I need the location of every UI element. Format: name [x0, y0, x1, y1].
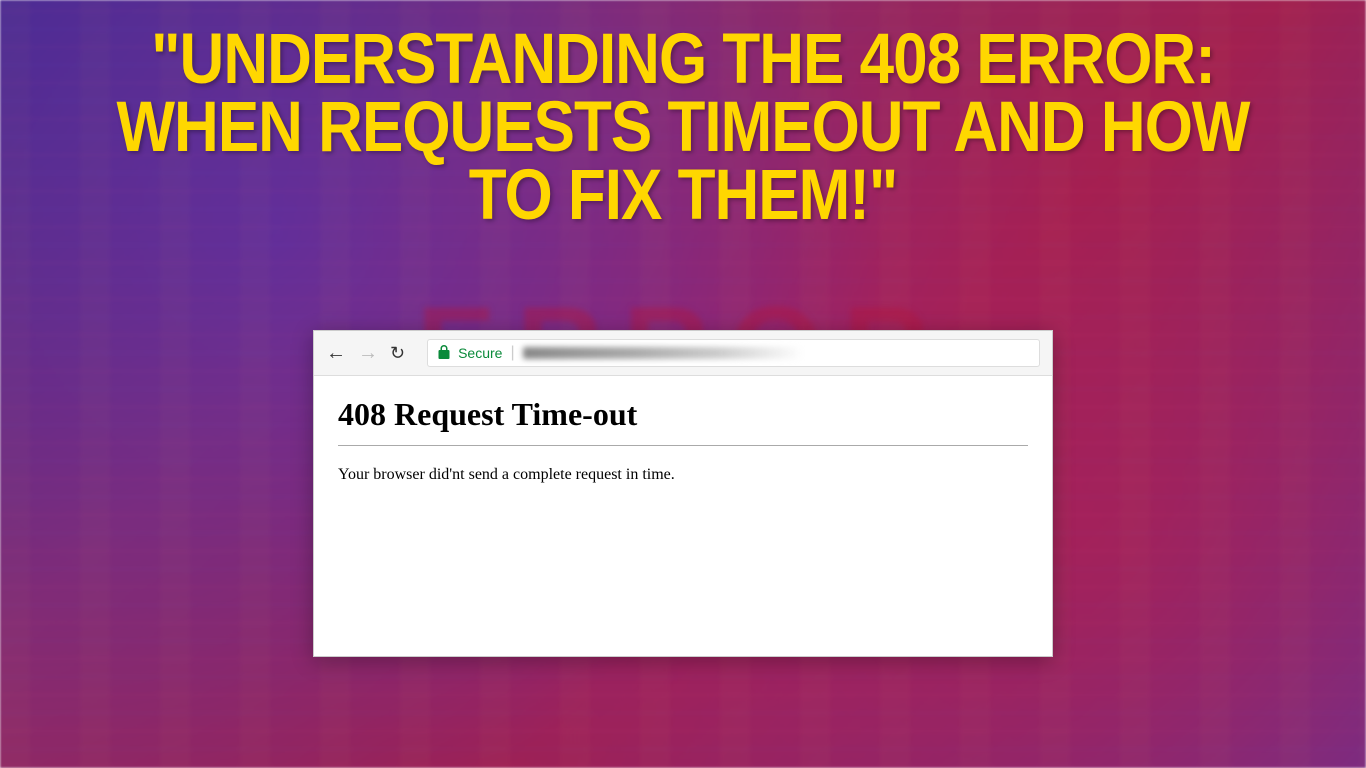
lock-icon: [438, 345, 450, 362]
article-headline: "UNDERSTANDING THE 408 ERROR: WHEN REQUE…: [68, 40, 1297, 217]
blurred-url: [523, 347, 803, 359]
back-icon[interactable]: ←: [326, 342, 346, 365]
browser-screenshot: ← → ↻ Secure | 408 Request Time-out Your…: [313, 330, 1053, 657]
url-separator: |: [510, 344, 514, 362]
browser-toolbar: ← → ↻ Secure |: [314, 331, 1052, 376]
error-heading: 408 Request Time-out: [338, 396, 1028, 433]
reload-icon[interactable]: ↻: [390, 343, 405, 364]
error-message: Your browser did'nt send a complete requ…: [338, 466, 1028, 484]
secure-label: Secure: [458, 345, 502, 361]
forward-icon[interactable]: →: [358, 342, 378, 365]
address-bar[interactable]: Secure |: [427, 339, 1040, 367]
divider: [338, 445, 1028, 446]
browser-content: 408 Request Time-out Your browser did'nt…: [314, 376, 1052, 656]
nav-controls: ← → ↻: [326, 342, 405, 365]
